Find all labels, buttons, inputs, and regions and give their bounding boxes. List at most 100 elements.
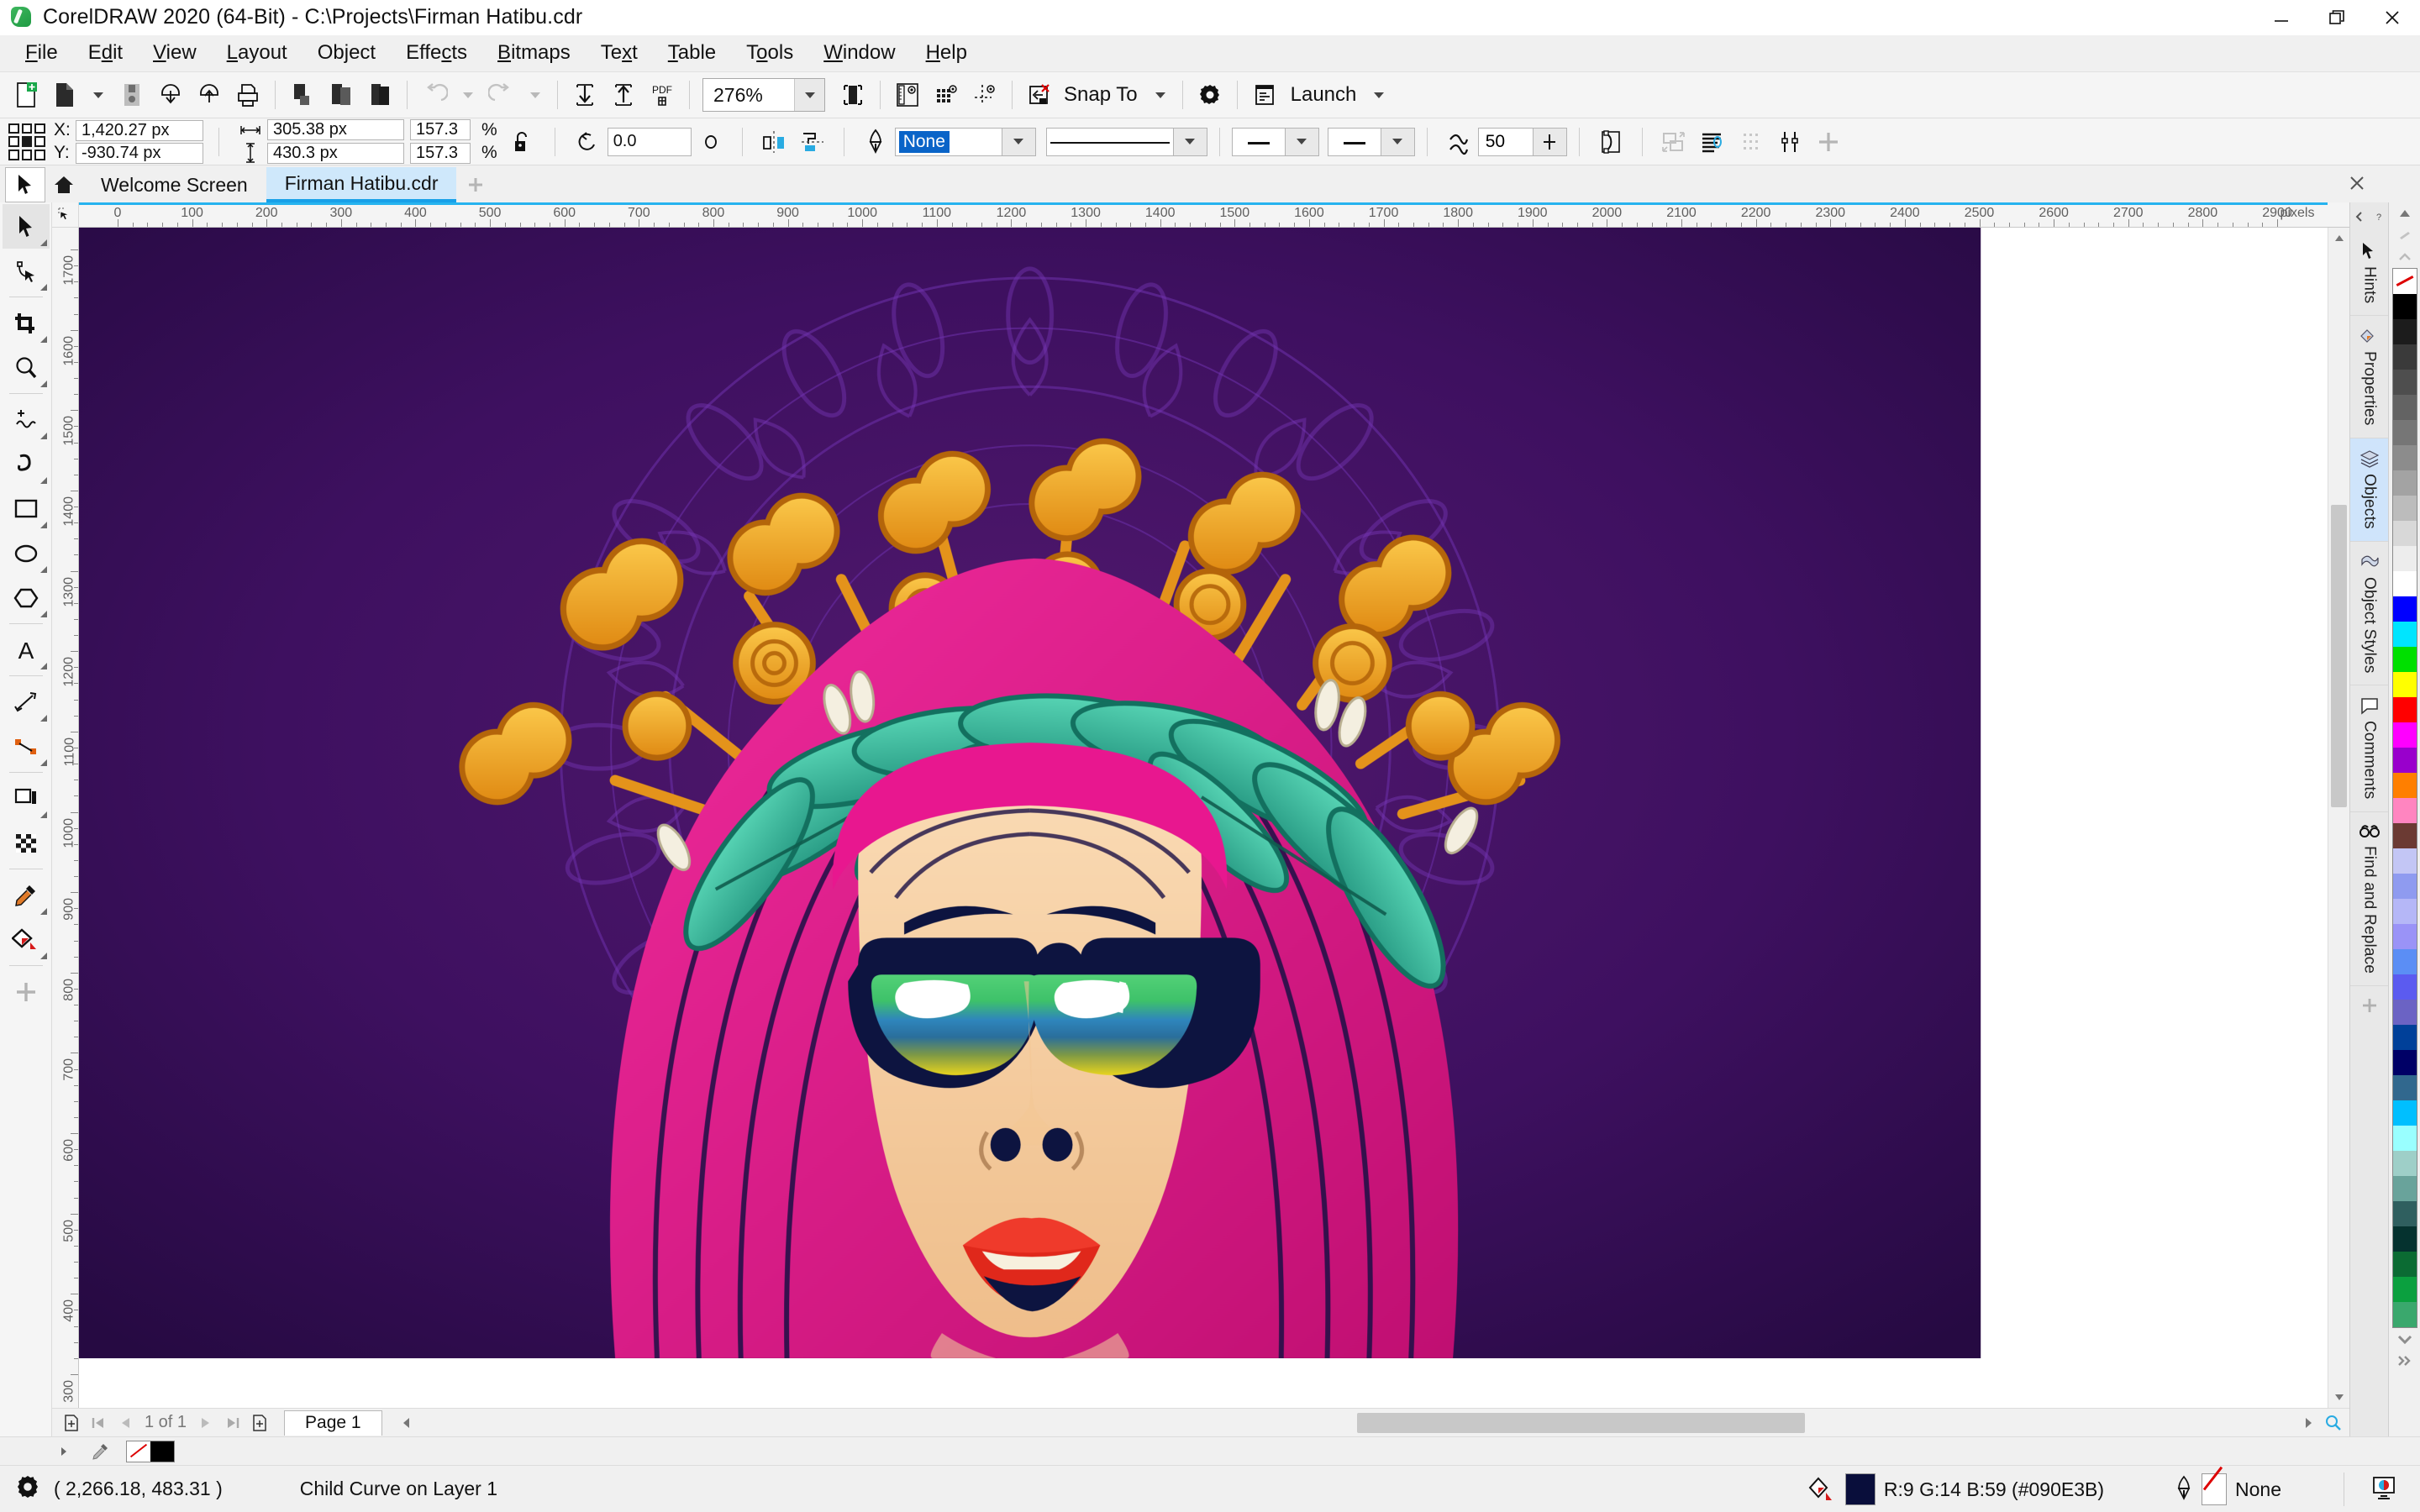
scroll-up-arrow[interactable] bbox=[2328, 228, 2349, 249]
zoom-level-combo[interactable]: 276% bbox=[702, 78, 825, 112]
zoom-to-fit-button[interactable] bbox=[2321, 1410, 2346, 1436]
menu-table[interactable]: Table bbox=[653, 39, 731, 67]
tool-pick[interactable] bbox=[2, 204, 50, 249]
palette-more-icon[interactable] bbox=[2389, 224, 2420, 246]
close-document-button[interactable] bbox=[2348, 174, 2366, 197]
menu-view[interactable]: View bbox=[138, 39, 212, 67]
export-arrow-button[interactable] bbox=[604, 76, 643, 113]
bottom-black-chip[interactable] bbox=[150, 1441, 174, 1462]
tool-text[interactable]: A bbox=[3, 627, 50, 672]
palette-swatch[interactable] bbox=[2392, 370, 2417, 395]
scroll-left-arrow[interactable] bbox=[394, 1410, 419, 1436]
start-arrow-dropdown[interactable] bbox=[1285, 127, 1319, 156]
mirror-horizontal-button[interactable] bbox=[755, 123, 793, 160]
menu-effects[interactable]: Effects bbox=[391, 39, 482, 67]
publish-to-pdf-button[interactable]: PDF bbox=[643, 76, 681, 113]
fill-color-chip[interactable] bbox=[1844, 1473, 1876, 1505]
tool-zoom[interactable] bbox=[3, 345, 50, 390]
undo-dropdown-button[interactable] bbox=[454, 76, 482, 113]
start-arrow-preview[interactable] bbox=[1231, 127, 1286, 156]
palette-swatch[interactable] bbox=[2392, 622, 2417, 647]
vertical-ruler[interactable]: 1700 1600 1500 1400 1300 1200 1100 1000 900 800 70… bbox=[52, 228, 79, 1408]
palette-swatch[interactable] bbox=[2392, 496, 2417, 521]
last-page-button[interactable] bbox=[220, 1410, 245, 1436]
launch-dropdown-button[interactable] bbox=[1365, 76, 1393, 113]
palette-swatch[interactable] bbox=[2392, 294, 2417, 319]
palette-swatch[interactable] bbox=[2392, 1302, 2417, 1327]
palette-swatch[interactable] bbox=[2392, 974, 2417, 1000]
import-arrow-button[interactable] bbox=[566, 76, 604, 113]
width-input[interactable]: 305.38 px bbox=[267, 119, 404, 140]
horizontal-scrollbar[interactable] bbox=[424, 1412, 2291, 1433]
export-button[interactable] bbox=[190, 76, 229, 113]
clear-transform-button[interactable] bbox=[1020, 76, 1059, 113]
vertical-scroll-thumb[interactable] bbox=[2331, 505, 2347, 807]
palette-scroll-up[interactable] bbox=[2389, 202, 2420, 224]
tool-transparency[interactable] bbox=[3, 821, 50, 865]
tool-drop-shadow[interactable] bbox=[3, 776, 50, 821]
menu-text[interactable]: Text bbox=[586, 39, 653, 67]
transparency-button[interactable] bbox=[1770, 123, 1809, 160]
palette-swatch[interactable] bbox=[2392, 445, 2417, 470]
add-page-after-button[interactable] bbox=[247, 1410, 272, 1436]
dock-item-find-and-replace[interactable]: Find and Replace bbox=[2349, 812, 2389, 986]
outline-color-group[interactable]: None bbox=[2175, 1473, 2281, 1505]
home-icon[interactable] bbox=[45, 167, 82, 202]
undo-button[interactable] bbox=[415, 76, 454, 113]
palette-swatch[interactable] bbox=[2392, 899, 2417, 924]
edit-text-button[interactable] bbox=[1693, 123, 1732, 160]
tool-color-eyedropper[interactable] bbox=[3, 873, 50, 917]
dock-item-properties[interactable]: Properties bbox=[2349, 316, 2389, 438]
palette-swatch[interactable] bbox=[2392, 344, 2417, 370]
palette-swatch[interactable] bbox=[2392, 647, 2417, 672]
end-arrow-preview[interactable] bbox=[1327, 127, 1381, 156]
outline-width-combo[interactable]: None bbox=[894, 127, 1002, 156]
palette-swatch[interactable] bbox=[2392, 420, 2417, 445]
tool-parallel-dimension[interactable] bbox=[3, 680, 50, 724]
outline-width-dropdown[interactable] bbox=[1002, 127, 1036, 156]
scroll-down-arrow[interactable] bbox=[2328, 1386, 2350, 1408]
full-screen-preview-button[interactable] bbox=[834, 76, 872, 113]
close-button[interactable] bbox=[2365, 0, 2420, 35]
add-page-before-button[interactable] bbox=[59, 1410, 84, 1436]
palette-swatch[interactable] bbox=[2392, 798, 2417, 823]
palette-swatch[interactable] bbox=[2392, 949, 2417, 974]
tool-straight-line-connector[interactable] bbox=[3, 724, 50, 769]
menu-edit[interactable]: Edit bbox=[73, 39, 138, 67]
snap-to-dropdown-button[interactable] bbox=[1146, 76, 1175, 113]
tool-ellipse[interactable] bbox=[3, 531, 50, 575]
palette-swatch[interactable] bbox=[2392, 773, 2417, 798]
palette-swatch[interactable] bbox=[2392, 1025, 2417, 1050]
tool-freehand[interactable] bbox=[3, 397, 50, 442]
horizontal-ruler[interactable]: 0 100 200 300 400 500 600 700 800 900 1000 1100 1200… bbox=[79, 202, 2328, 228]
import-button[interactable] bbox=[151, 76, 190, 113]
save-document-button[interactable] bbox=[113, 76, 151, 113]
next-page-button[interactable] bbox=[193, 1410, 218, 1436]
palette-swatches[interactable] bbox=[2391, 268, 2417, 1328]
paste-button[interactable] bbox=[360, 76, 399, 113]
fill-color-group[interactable]: R:9 G:14 B:59 (#090E3B) bbox=[1808, 1473, 2104, 1505]
palette-swatch[interactable] bbox=[2392, 874, 2417, 899]
palette-swatch[interactable] bbox=[2392, 672, 2417, 697]
tool-polygon[interactable] bbox=[3, 575, 50, 620]
palette-swatch[interactable] bbox=[2392, 848, 2417, 874]
palette-expand-arrow[interactable] bbox=[52, 1441, 76, 1462]
tab-welcome-screen[interactable]: Welcome Screen bbox=[82, 167, 266, 202]
add-more-button[interactable] bbox=[1809, 123, 1848, 160]
outline-style-preview[interactable] bbox=[1045, 127, 1174, 156]
menu-layout[interactable]: Layout bbox=[212, 39, 302, 67]
palette-collapse-up[interactable] bbox=[2389, 246, 2420, 268]
palette-swatch[interactable] bbox=[2392, 596, 2417, 622]
x-position-input[interactable]: 1,420.27 px bbox=[76, 119, 203, 141]
drawing-canvas[interactable] bbox=[79, 228, 2328, 1408]
palette-swatch[interactable] bbox=[2392, 1000, 2417, 1025]
restore-button[interactable] bbox=[2309, 0, 2365, 35]
palette-expand[interactable] bbox=[2389, 1350, 2420, 1372]
outline-color-chip[interactable] bbox=[2202, 1473, 2228, 1505]
menu-bitmaps[interactable]: Bitmaps bbox=[482, 39, 586, 67]
menu-window[interactable]: Window bbox=[808, 39, 910, 67]
lock-ratio-icon[interactable] bbox=[502, 123, 541, 160]
previous-page-button[interactable] bbox=[113, 1410, 138, 1436]
outline-width-value[interactable]: None bbox=[898, 130, 950, 153]
palette-swatch[interactable] bbox=[2392, 521, 2417, 546]
